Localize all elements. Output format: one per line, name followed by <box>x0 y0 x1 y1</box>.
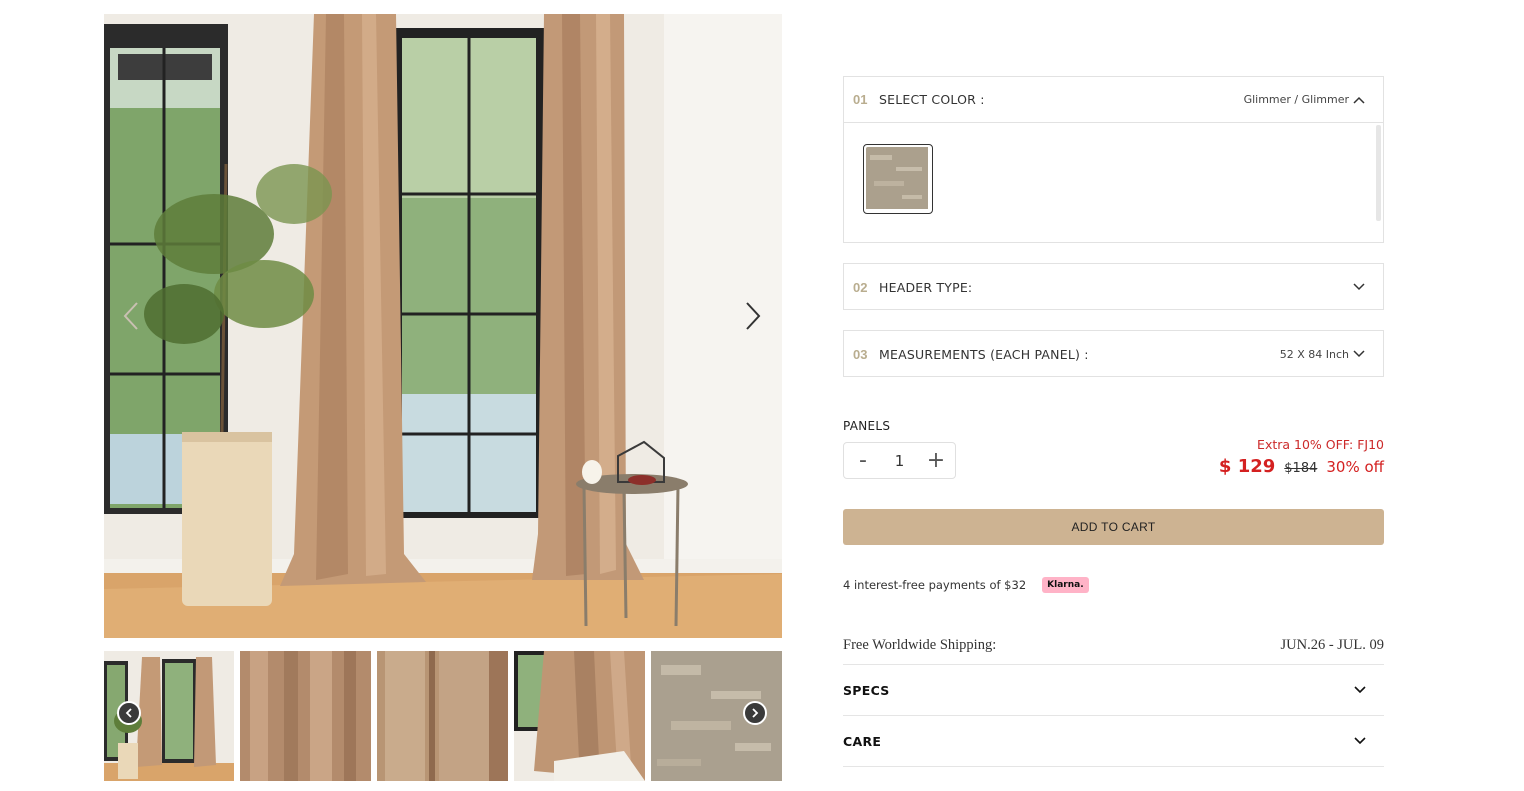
option-title: SELECT COLOR : <box>879 92 985 107</box>
care-title: CARE <box>843 733 882 749</box>
promo-code-text: Extra 10% OFF: FJ10 <box>1257 437 1384 452</box>
chevron-right-icon <box>752 708 759 718</box>
option-title: HEADER TYPE: <box>879 279 973 295</box>
select-color-header[interactable]: 01 SELECT COLOR : Glimmer / Glimmer <box>844 77 1383 123</box>
measurements-panel: 03 MEASUREMENTS (EACH PANEL) : 52 X 84 I… <box>843 330 1384 377</box>
thumbnail-2[interactable] <box>240 651 371 781</box>
measurement-value: 52 X 84 Inch <box>1279 347 1349 361</box>
shipping-label: Free Worldwide Shipping: <box>843 636 997 653</box>
current-price: $ 129 <box>1218 456 1276 477</box>
image-prev-button[interactable] <box>116 296 146 336</box>
klarna-badge[interactable]: Klarna. <box>1042 577 1089 593</box>
add-to-cart-button[interactable]: ADD TO CART <box>843 509 1384 545</box>
measurements-header[interactable]: 03 MEASUREMENTS (EACH PANEL) : 52 X 84 I… <box>844 331 1383 377</box>
price-row: $ 129 $184 30% off <box>1219 456 1384 477</box>
shipping-dates: JUN.26 - JUL. 09 <box>1280 636 1384 653</box>
header-type-panel: 02 HEADER TYPE: <box>843 263 1384 310</box>
decrease-quantity-button[interactable]: - <box>844 443 882 478</box>
installment-text: 4 interest-free payments of $32 <box>843 578 1027 592</box>
option-number: 01 <box>853 92 868 107</box>
thumbnail-4[interactable] <box>514 651 645 781</box>
chevron-down-icon <box>1353 350 1365 358</box>
chevron-down-icon <box>1353 283 1365 291</box>
chevron-down-icon <box>1354 686 1366 694</box>
image-next-button[interactable] <box>738 296 768 336</box>
specs-title: SPECS <box>843 682 890 698</box>
chevron-up-icon <box>1353 96 1365 104</box>
swatch-scrollbar[interactable] <box>1376 125 1381 221</box>
shipping-row: Free Worldwide Shipping: JUN.26 - JUL. 0… <box>843 626 1384 665</box>
thumbnail-strip <box>104 651 782 781</box>
option-number: 02 <box>853 279 868 295</box>
chevron-left-icon <box>125 708 132 718</box>
discount-label: 30% off <box>1326 458 1384 476</box>
quantity-value[interactable]: 1 <box>882 452 917 470</box>
main-product-image[interactable] <box>104 14 782 638</box>
option-title: MEASUREMENTS (EACH PANEL) : <box>879 346 1089 362</box>
care-accordion[interactable]: CARE <box>843 716 1384 767</box>
installment-info: 4 interest-free payments of $32 Klarna. <box>843 577 1089 593</box>
thumbnail-next-button[interactable] <box>743 701 767 725</box>
quantity-stepper: - 1 + <box>843 442 956 479</box>
chevron-right-icon <box>746 302 761 330</box>
increase-quantity-button[interactable]: + <box>917 443 955 478</box>
thumbnail-3[interactable] <box>377 651 508 781</box>
thumbnail-prev-button[interactable] <box>117 701 141 725</box>
original-price: $184 <box>1284 461 1318 476</box>
select-color-panel: 01 SELECT COLOR : Glimmer / Glimmer <box>843 76 1384 243</box>
chevron-down-icon <box>1354 737 1366 745</box>
selected-color-value: Glimmer / Glimmer <box>1243 93 1349 106</box>
panels-label: PANELS <box>843 419 891 433</box>
chevron-left-icon <box>123 302 138 330</box>
color-swatch-glimmer[interactable] <box>863 144 933 214</box>
option-number: 03 <box>853 346 868 362</box>
header-type-header[interactable]: 02 HEADER TYPE: <box>844 264 1383 310</box>
specs-accordion[interactable]: SPECS <box>843 665 1384 716</box>
